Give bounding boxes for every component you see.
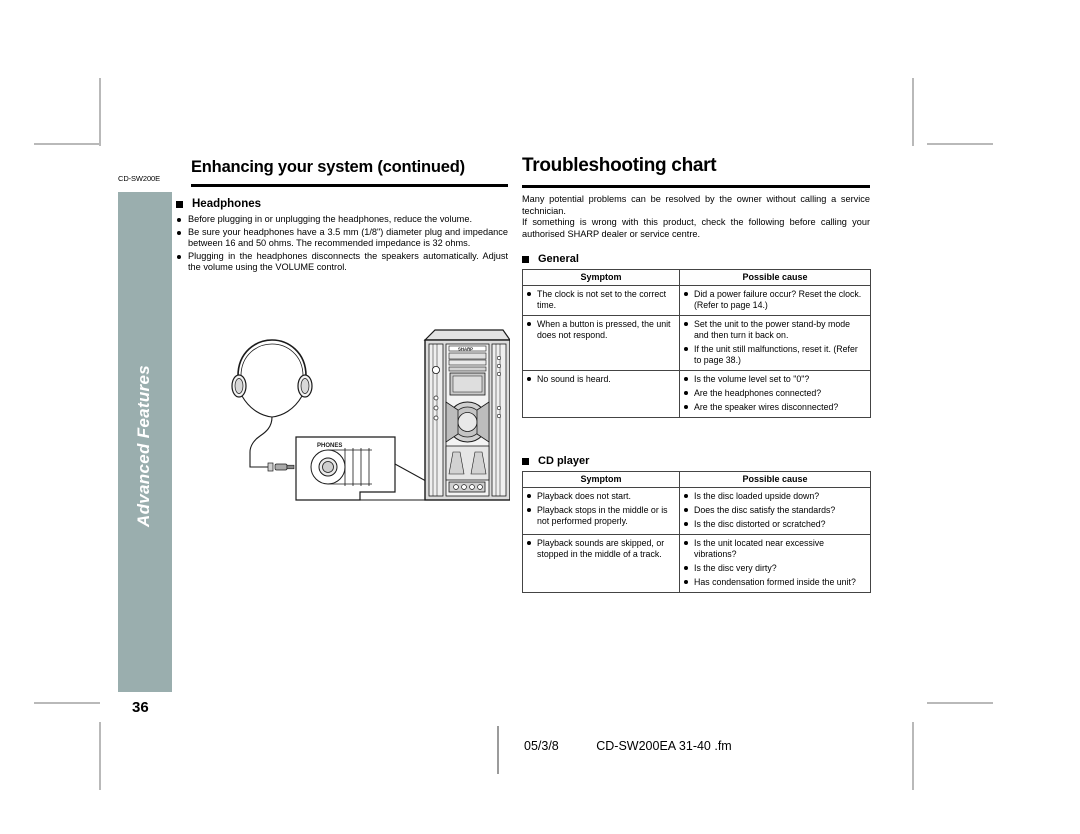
left-column: CD-SW200E Advanced Features 36 Enhancing… — [118, 158, 510, 716]
list-item: Playback stops in the middle or is not p… — [526, 505, 675, 527]
cause-cell: Did a power failure occur? Reset the clo… — [679, 285, 871, 316]
column-header-possible-cause: Possible cause — [679, 471, 871, 488]
list-item: When a button is pressed, the unit does … — [526, 319, 675, 341]
column-header-symptom: Symptom — [522, 269, 680, 286]
table-header-row: Symptom Possible cause — [522, 471, 871, 488]
title-rule-left — [191, 184, 508, 187]
intro-paragraph: Many potential problems can be resolved … — [522, 194, 870, 216]
column-header-possible-cause: Possible cause — [679, 269, 871, 286]
general-section: General Symptom Possible cause The clock… — [522, 253, 871, 418]
crop-mark-top-left-vertical — [99, 78, 101, 146]
page-number: 36 — [132, 699, 149, 716]
table-row: Playback does not start. Playback stops … — [522, 487, 871, 535]
list-item: Is the disc very dirty? — [683, 563, 866, 574]
crop-mark-bottom-right-horizontal — [927, 702, 993, 704]
table-row: No sound is heard. Is the volume level s… — [522, 370, 871, 418]
document-page: CD-SW200E Advanced Features 36 Enhancing… — [0, 0, 1080, 834]
symptom-cell: Playback does not start. Playback stops … — [522, 487, 680, 535]
cause-cell: Is the unit located near excessive vibra… — [679, 534, 871, 593]
list-item: Are the speaker wires disconnected? — [683, 402, 866, 413]
chapter-tab: Advanced Features — [118, 192, 172, 692]
general-heading-label: General — [538, 253, 579, 265]
table-row: When a button is pressed, the unit does … — [522, 315, 871, 371]
list-item: No sound is heard. — [526, 374, 675, 385]
intro-paragraph: If something is wrong with this product,… — [522, 217, 870, 239]
page-title-right: Troubleshooting chart — [522, 155, 717, 176]
table-header-row: Symptom Possible cause — [522, 269, 871, 286]
cd-player-table: Symptom Possible cause Playback does not… — [522, 471, 871, 593]
footer-divider — [497, 726, 499, 774]
phones-jack-label: PHONES — [317, 443, 342, 449]
crop-mark-bottom-right-vertical — [912, 722, 914, 790]
symptom-cell: Playback sounds are skipped, or stopped … — [522, 534, 680, 593]
page-title-left: Enhancing your system (continued) — [191, 158, 465, 176]
list-item: Plugging in the headphones disconnects t… — [176, 251, 508, 274]
cd-player-section: CD player Symptom Possible cause Playbac… — [522, 455, 871, 593]
list-item: Is the disc loaded upside down? — [683, 491, 866, 502]
title-rule-right — [522, 185, 870, 188]
sharp-brand-label: SHARP — [458, 347, 473, 352]
square-bullet-icon — [522, 457, 529, 465]
crop-mark-top-left-horizontal — [34, 143, 100, 145]
footer-filename: CD-SW200EA 31-40 .fm — [596, 739, 732, 753]
crop-mark-top-right-horizontal — [927, 143, 993, 145]
table-row: The clock is not set to the correct time… — [522, 285, 871, 316]
list-item: Before plugging in or unplugging the hea… — [176, 214, 508, 226]
list-item: The clock is not set to the correct time… — [526, 289, 675, 311]
table-row: Playback sounds are skipped, or stopped … — [522, 534, 871, 593]
list-item: Does the disc satisfy the standards? — [683, 505, 866, 516]
list-item: Playback sounds are skipped, or stopped … — [526, 538, 675, 560]
list-item: If the unit still malfunctions, reset it… — [683, 344, 866, 366]
crop-mark-bottom-left-vertical — [99, 722, 101, 790]
list-item: Playback does not start. — [526, 491, 675, 502]
list-item: Are the headphones connected? — [683, 388, 866, 399]
list-item: Is the disc distorted or scratched? — [683, 519, 866, 530]
crop-mark-bottom-left-horizontal — [34, 702, 100, 704]
headphones-heading-label: Headphones — [192, 198, 262, 210]
general-heading: General — [522, 253, 870, 265]
headphones-section: Headphones Before plugging in or unplugg… — [176, 198, 508, 275]
crop-mark-top-right-vertical — [912, 78, 914, 146]
square-bullet-icon — [522, 255, 529, 263]
list-item: Is the unit located near excessive vibra… — [683, 538, 866, 560]
chapter-tab-label: Advanced Features — [134, 365, 153, 527]
list-item: Be sure your headphones have a 3.5 mm (1… — [176, 227, 508, 250]
list-item: Set the unit to the power stand-by mode … — [683, 319, 866, 341]
symptom-cell: No sound is heard. — [522, 370, 680, 418]
footer: 05/3/8 CD-SW200EA 31-40 .fm — [524, 739, 732, 753]
list-item: Has condensation formed inside the unit? — [683, 577, 866, 588]
list-item: Is the volume level set to "0"? — [683, 374, 866, 385]
cd-player-heading-label: CD player — [538, 455, 590, 467]
list-item: Did a power failure occur? Reset the clo… — [683, 289, 866, 311]
symptom-cell: When a button is pressed, the unit does … — [522, 315, 680, 371]
headphones-heading: Headphones — [176, 198, 508, 210]
headphones-bullet-list: Before plugging in or unplugging the hea… — [176, 214, 508, 274]
column-header-symptom: Symptom — [522, 471, 680, 488]
symptom-cell: The clock is not set to the correct time… — [522, 285, 680, 316]
footer-date: 05/3/8 — [524, 739, 559, 753]
intro-text: Many potential problems can be resolved … — [522, 194, 870, 240]
part-code: CD-SW200E — [118, 174, 161, 183]
stereo-system-graphic — [423, 329, 510, 501]
cause-cell: Set the unit to the power stand-by mode … — [679, 315, 871, 371]
cause-cell: Is the disc loaded upside down? Does the… — [679, 487, 871, 535]
cd-player-heading: CD player — [522, 455, 870, 467]
general-table: Symptom Possible cause The clock is not … — [522, 269, 871, 418]
headphone-connection-illustration: PHONES SHARP — [220, 324, 510, 504]
square-bullet-icon — [176, 200, 183, 208]
cause-cell: Is the volume level set to "0"? Are the … — [679, 370, 871, 418]
